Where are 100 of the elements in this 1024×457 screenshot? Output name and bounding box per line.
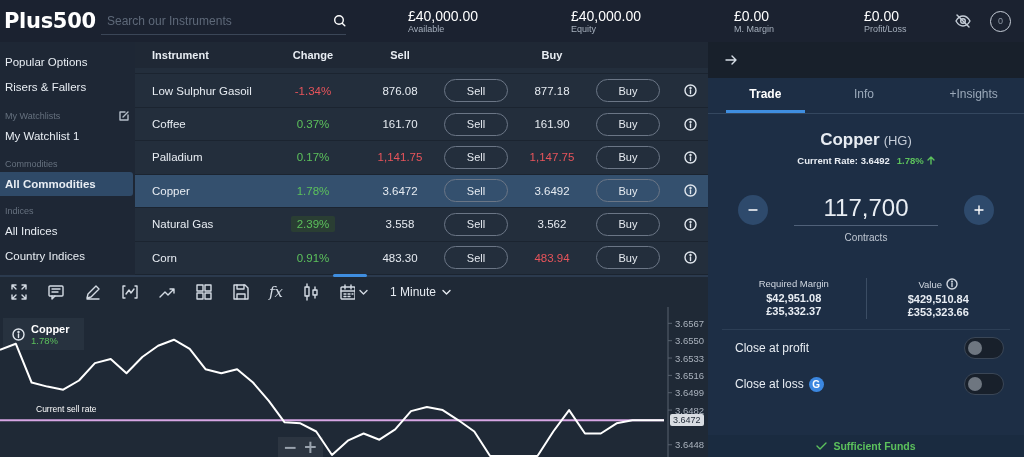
instrument-cell-text: Palladium xyxy=(152,151,204,164)
change-cell-text: 0.17% xyxy=(295,150,331,166)
instrument-cell-text: Coffee xyxy=(152,118,187,131)
info-icon[interactable] xyxy=(684,217,697,231)
stat-label: Available xyxy=(408,23,446,35)
plus-icon xyxy=(973,204,985,216)
arrow-right-icon[interactable] xyxy=(724,53,738,67)
instrument-cell-text: Natural Gas xyxy=(152,218,215,231)
check-icon xyxy=(816,441,828,451)
stat-label: Profit/Loss xyxy=(864,23,908,35)
decrease-button[interactable] xyxy=(738,195,768,225)
edit-icon[interactable] xyxy=(118,110,129,121)
axis-label: 3.6550 xyxy=(675,335,705,347)
stat-value: £40,000.00 xyxy=(571,7,643,24)
eye-slash-icon[interactable] xyxy=(954,12,972,30)
info-icon[interactable] xyxy=(946,278,959,290)
figure-value: $42,951.08 xyxy=(766,292,822,305)
sidebar-item[interactable]: My Watchlist 1 xyxy=(0,124,135,149)
sidebar-item[interactable]: All Commodities xyxy=(0,172,133,196)
info-icon[interactable] xyxy=(684,184,697,198)
caret-icon[interactable] xyxy=(442,288,452,296)
price-cell-text: 483.94 xyxy=(533,250,571,266)
tab[interactable]: +Insights xyxy=(923,78,1024,113)
zoom-in-button[interactable]: + xyxy=(303,438,318,456)
figure-value: £353,323.66 xyxy=(907,306,969,319)
toggle-switch[interactable] xyxy=(964,337,1004,359)
zoom-out-button[interactable]: − xyxy=(283,438,298,456)
function-button[interactable]: fx xyxy=(269,283,283,301)
search-field[interactable]: Search our Instruments xyxy=(101,13,333,28)
comment-icon[interactable] xyxy=(47,283,65,301)
stat-label: Equity xyxy=(571,23,597,35)
pencil-icon[interactable] xyxy=(84,283,102,301)
change-cell-text: -1.34% xyxy=(293,83,333,99)
price-cell-text: 161.90 xyxy=(533,117,571,133)
price-cell-text: 3.558 xyxy=(384,217,416,233)
column-header: Change xyxy=(291,47,335,63)
candlestick-icon[interactable] xyxy=(302,283,320,301)
table-row[interactable]: Low Sulphur Gasoil -1.34% 876.08 Sell 877.18 Buy xyxy=(135,74,708,108)
grid-icon[interactable] xyxy=(195,283,213,301)
change-cell-text: 0.91% xyxy=(295,250,331,266)
price-cell-text: 876.08 xyxy=(381,83,419,99)
timeframe-dropdown[interactable]: 1 Minute xyxy=(390,285,452,299)
toggle-switch[interactable] xyxy=(964,373,1004,395)
sidebar-heading: My Watchlists xyxy=(5,110,61,121)
price-tag: 3.6472 xyxy=(670,414,704,427)
column-header: Sell xyxy=(389,47,411,63)
table-row[interactable]: Palladium 0.17% 1,141.75 Sell 1,147.75 Buy xyxy=(135,141,708,175)
bracket-wave-icon[interactable] xyxy=(121,283,139,301)
funds-status: Sufficient Funds xyxy=(833,440,916,452)
axis-label: 3.6567 xyxy=(675,317,705,329)
legend-name: Copper xyxy=(31,322,70,335)
table-row[interactable]: Corn 0.91% 483.30 Sell 483.94 Buy xyxy=(135,241,708,275)
sidebar-item[interactable]: Popular Options xyxy=(0,50,135,75)
price-cell-text: 3.562 xyxy=(536,217,568,233)
stat-value: £0.00 xyxy=(734,7,771,24)
calendar-icon[interactable] xyxy=(339,284,355,300)
unit-label: Contracts xyxy=(843,232,889,243)
info-icon[interactable] xyxy=(684,117,697,131)
axis-label: 3.6482 xyxy=(675,404,705,416)
info-icon[interactable] xyxy=(684,84,697,98)
price-cell-text: 3.6472 xyxy=(381,183,419,199)
figure-label: Required Margin xyxy=(758,278,829,289)
increase-button[interactable] xyxy=(964,195,994,225)
amount-field[interactable]: 117,700 xyxy=(794,194,938,226)
table-row[interactable]: Natural Gas 2.39% 3.558 Sell 3.562 Buy xyxy=(135,208,708,242)
sidebar-item[interactable]: All Indices xyxy=(0,219,135,244)
stat-label: M. Margin xyxy=(734,23,775,35)
toggle-label: Close at profit xyxy=(735,341,810,355)
current-rate: Current Rate: 3.6492 xyxy=(797,155,890,166)
change-cell-text: 0.37% xyxy=(295,117,331,133)
save-icon[interactable] xyxy=(232,283,250,301)
axis-label: 3.6516 xyxy=(675,369,705,381)
stat-value: £40,000.00 xyxy=(408,7,480,24)
price-cell-text: 877.18 xyxy=(533,83,571,99)
axis-label: 3.6533 xyxy=(675,352,705,364)
axis-label: 3.6448 xyxy=(675,439,705,451)
sidebar-item[interactable]: Risers & Fallers xyxy=(0,75,135,100)
tab[interactable]: Trade xyxy=(726,78,805,113)
caret-icon[interactable] xyxy=(359,288,368,296)
tab[interactable]: Info xyxy=(824,78,904,113)
sidebar-item[interactable]: Country Indices xyxy=(0,244,135,269)
sidebar-heading: Indices xyxy=(5,206,34,216)
chart-annotation: Current sell rate xyxy=(36,404,97,415)
info-icon[interactable] xyxy=(684,151,697,164)
resize-handle[interactable] xyxy=(333,274,367,277)
search-icon[interactable] xyxy=(333,14,346,27)
info-icon[interactable] xyxy=(684,251,697,265)
table-row[interactable]: Copper 1.78% 3.6472 Sell 3.6492 Buy xyxy=(135,174,708,209)
g-badge: G xyxy=(808,376,824,392)
price-cell-text: 1,141.75 xyxy=(376,150,424,166)
change-cell: 2.39% xyxy=(290,216,336,233)
column-header: Instrument xyxy=(152,48,210,61)
change-cell-text: 1.78% xyxy=(295,183,331,199)
instrument-symbol: (HG) xyxy=(883,133,912,148)
expand-icon[interactable] xyxy=(10,283,28,301)
price-cell-text: 161.70 xyxy=(381,117,419,133)
instrument-cell-text: Corn xyxy=(152,251,178,264)
instrument-cell-text: Low Sulphur Gasoil xyxy=(152,84,253,97)
table-row[interactable]: Coffee 0.37% 161.70 Sell 161.90 Buy xyxy=(135,107,708,142)
instrument-cell-text: Copper xyxy=(152,184,191,197)
